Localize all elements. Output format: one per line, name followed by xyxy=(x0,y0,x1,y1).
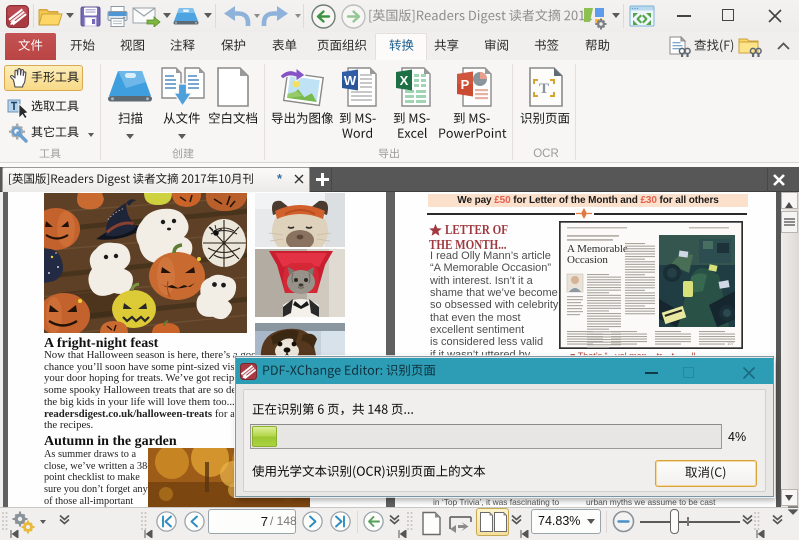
svg-text:X: X xyxy=(400,73,409,88)
svg-text:W: W xyxy=(344,73,357,88)
svg-text:Occasion: Occasion xyxy=(567,254,608,266)
svg-text:107: 107 xyxy=(727,341,734,346)
svg-text:P: P xyxy=(461,77,470,92)
svg-text:T: T xyxy=(539,81,549,97)
